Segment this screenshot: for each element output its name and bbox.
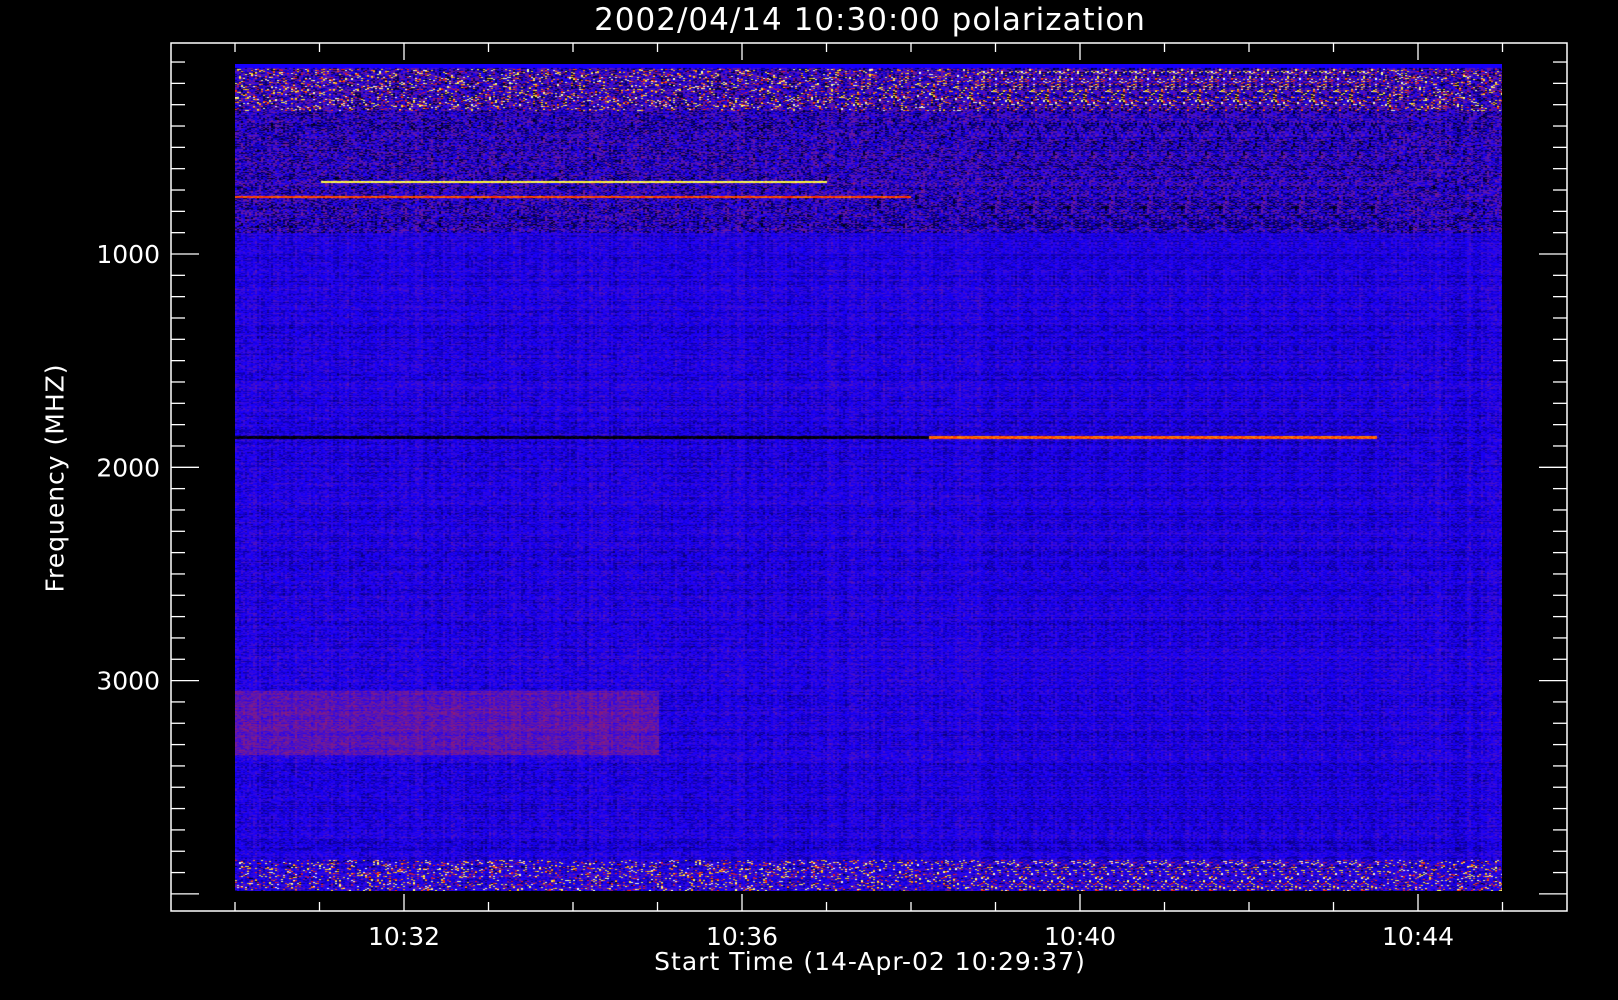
- y-tick-label: 3000: [96, 667, 160, 696]
- x-tick-label: 10:40: [1044, 922, 1116, 951]
- y-tick-label: 2000: [96, 453, 160, 482]
- plot-axes: 10:32 10:36 10:40 10:44 1000 2000 3000: [96, 42, 1568, 951]
- plot-frame: [170, 42, 1568, 912]
- x-tick-label: 10:32: [368, 922, 440, 951]
- x-tick-label: 10:44: [1382, 922, 1454, 951]
- y-tick-label: 1000: [96, 240, 160, 269]
- x-tick-label: 10:36: [706, 922, 778, 951]
